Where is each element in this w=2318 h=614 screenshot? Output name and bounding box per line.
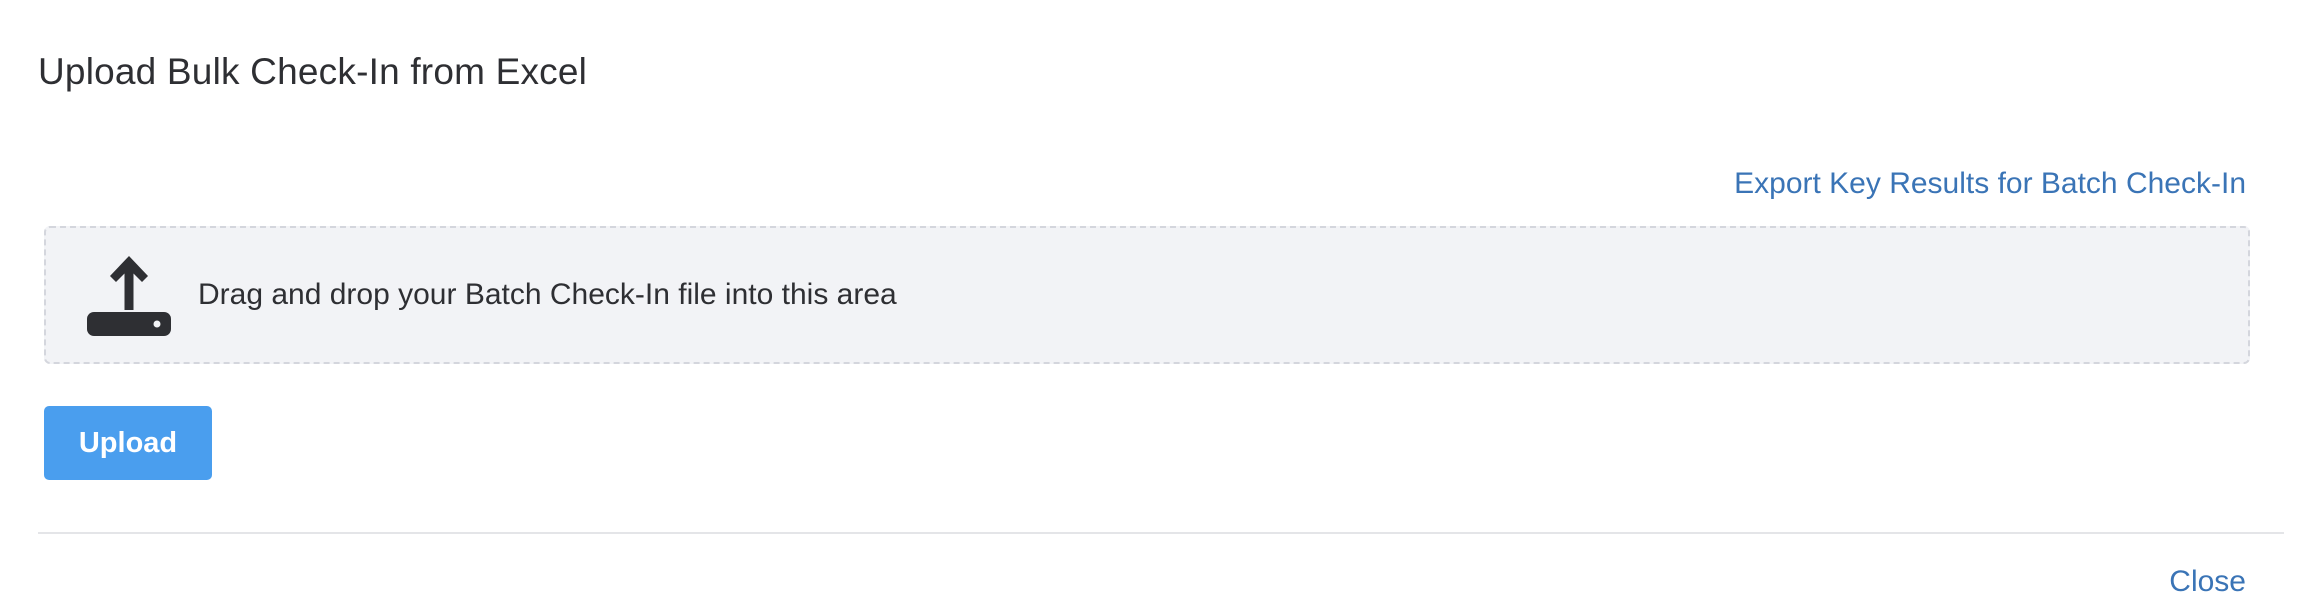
footer-divider <box>38 532 2284 534</box>
dropzone-text: Drag and drop your Batch Check-In file i… <box>198 278 897 311</box>
upload-icon <box>87 256 171 336</box>
upload-button[interactable]: Upload <box>44 406 212 480</box>
file-dropzone[interactable]: Drag and drop your Batch Check-In file i… <box>44 226 2250 364</box>
close-link[interactable]: Close <box>2169 562 2246 602</box>
export-key-results-link[interactable]: Export Key Results for Batch Check-In <box>1734 164 2246 204</box>
upload-bulk-checkin-dialog: Upload Bulk Check-In from Excel Export K… <box>0 0 2318 614</box>
dialog-title: Upload Bulk Check-In from Excel <box>38 51 588 92</box>
